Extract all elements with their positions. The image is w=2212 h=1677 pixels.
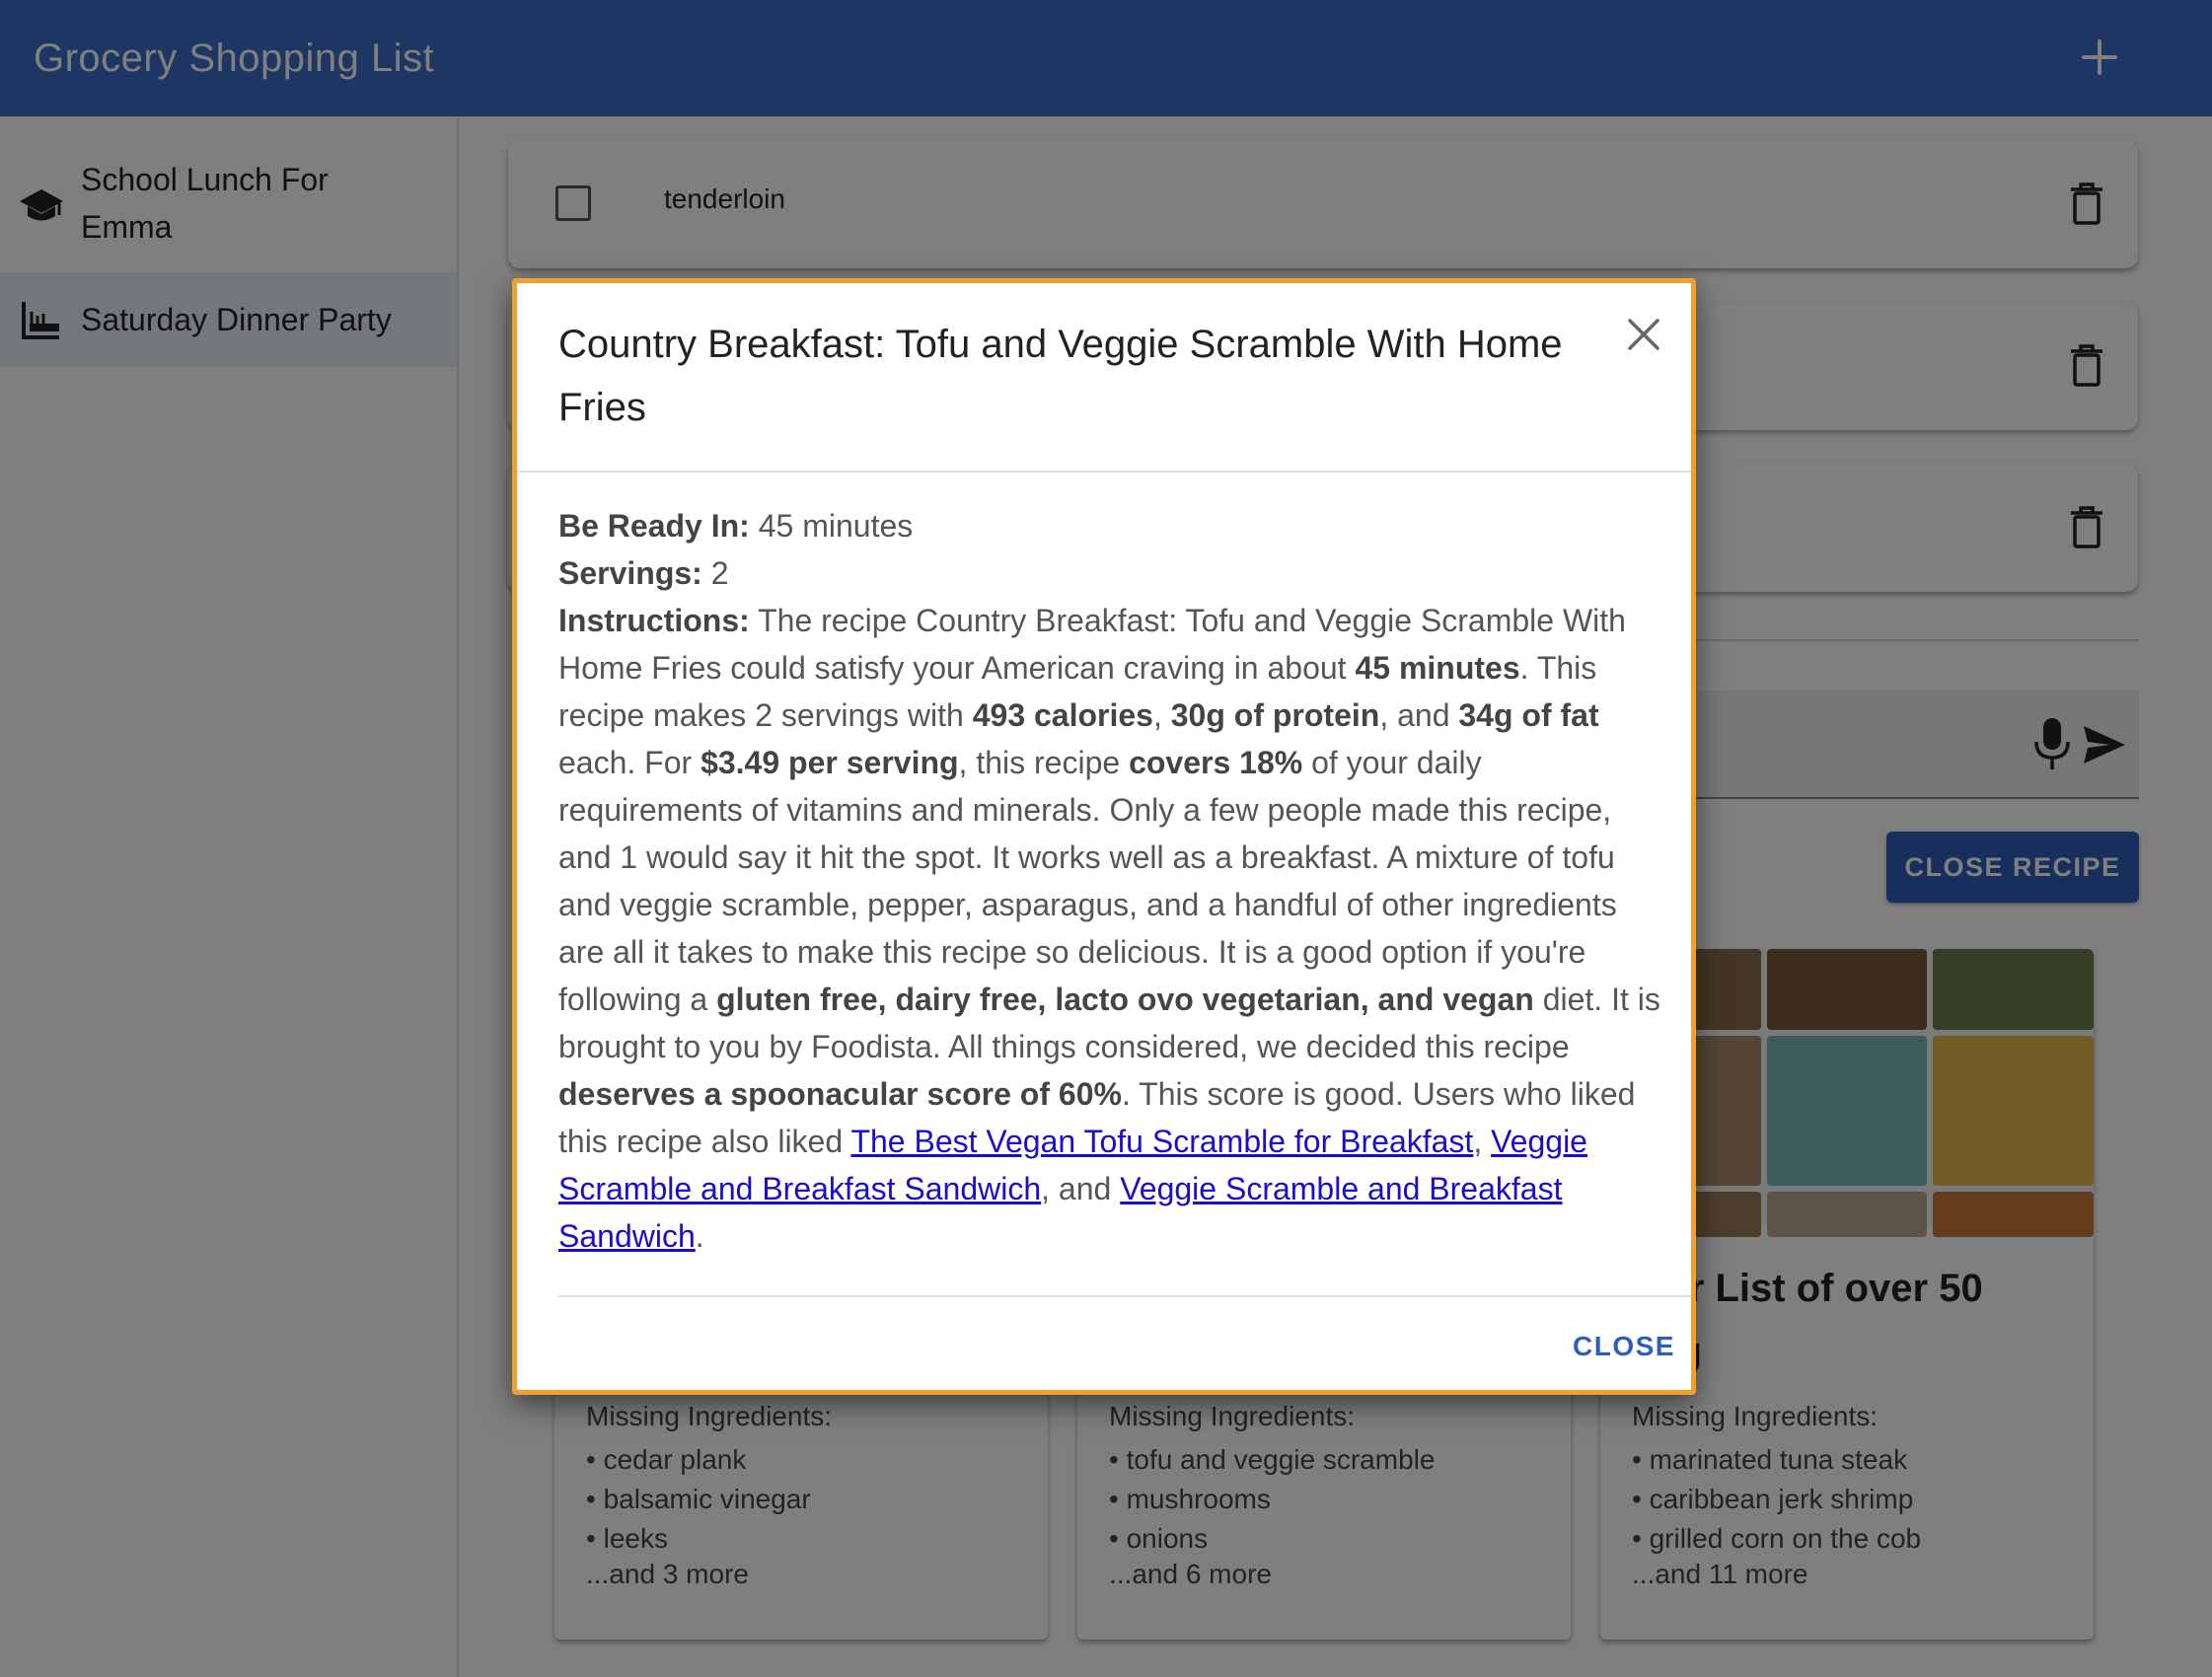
related-recipe-link[interactable]: The Best Vegan Tofu Scramble for Breakfa…	[850, 1124, 1473, 1159]
instructions: Instructions: The recipe Country Breakfa…	[558, 603, 1660, 1254]
divider	[517, 471, 1691, 473]
recipe-dialog: Country Breakfast: Tofu and Veggie Scram…	[512, 278, 1696, 1395]
ready-time: Be Ready In: 45 minutes	[558, 508, 914, 544]
divider	[558, 1295, 1691, 1297]
dialog-title: Country Breakfast: Tofu and Veggie Scram…	[558, 323, 1563, 429]
recipe-details: Be Ready In: 45 minutes Servings: 2 Inst…	[558, 502, 1663, 1260]
close-icon[interactable]	[1622, 313, 1665, 356]
close-button[interactable]: CLOSE	[1573, 1331, 1675, 1362]
servings: Servings: 2	[558, 555, 729, 591]
